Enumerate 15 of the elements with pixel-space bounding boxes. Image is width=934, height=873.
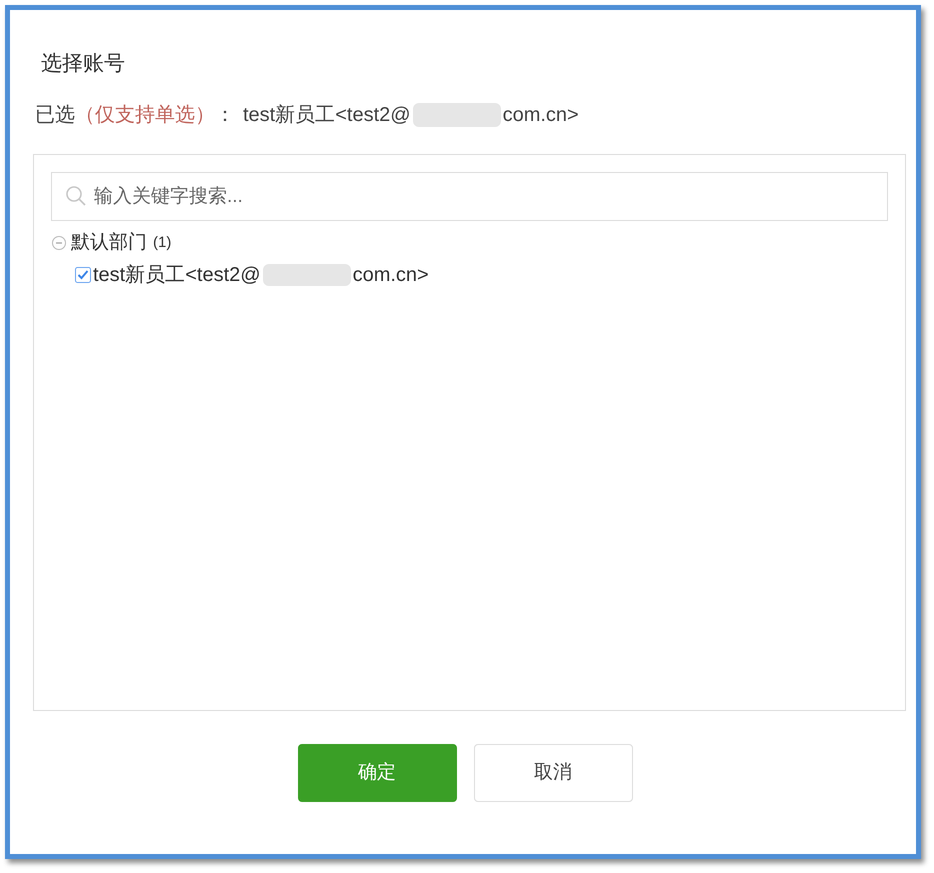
account-text: com.cn> (352, 263, 429, 288)
selected-account-text: test新员工<test2@ (243, 103, 411, 128)
count-text: (1) (153, 232, 172, 253)
cancel-button[interactable]: 取消 (474, 744, 632, 802)
checkbox[interactable] (75, 267, 91, 283)
collapse-icon[interactable] (51, 235, 67, 251)
colon-text: ： (215, 103, 235, 128)
search-field[interactable]: 输入关键字搜索... (51, 172, 888, 221)
search-icon (65, 185, 87, 207)
department-label: 默认部门 (71, 230, 147, 255)
dialog-title: 选择账号 (41, 52, 125, 75)
selected-account-text: com.cn> (502, 103, 579, 128)
selected-label: 已选 (35, 103, 75, 128)
account-text: test新员工<test2@ (93, 263, 261, 288)
single-select-note: （仅支持单选） (75, 103, 215, 128)
